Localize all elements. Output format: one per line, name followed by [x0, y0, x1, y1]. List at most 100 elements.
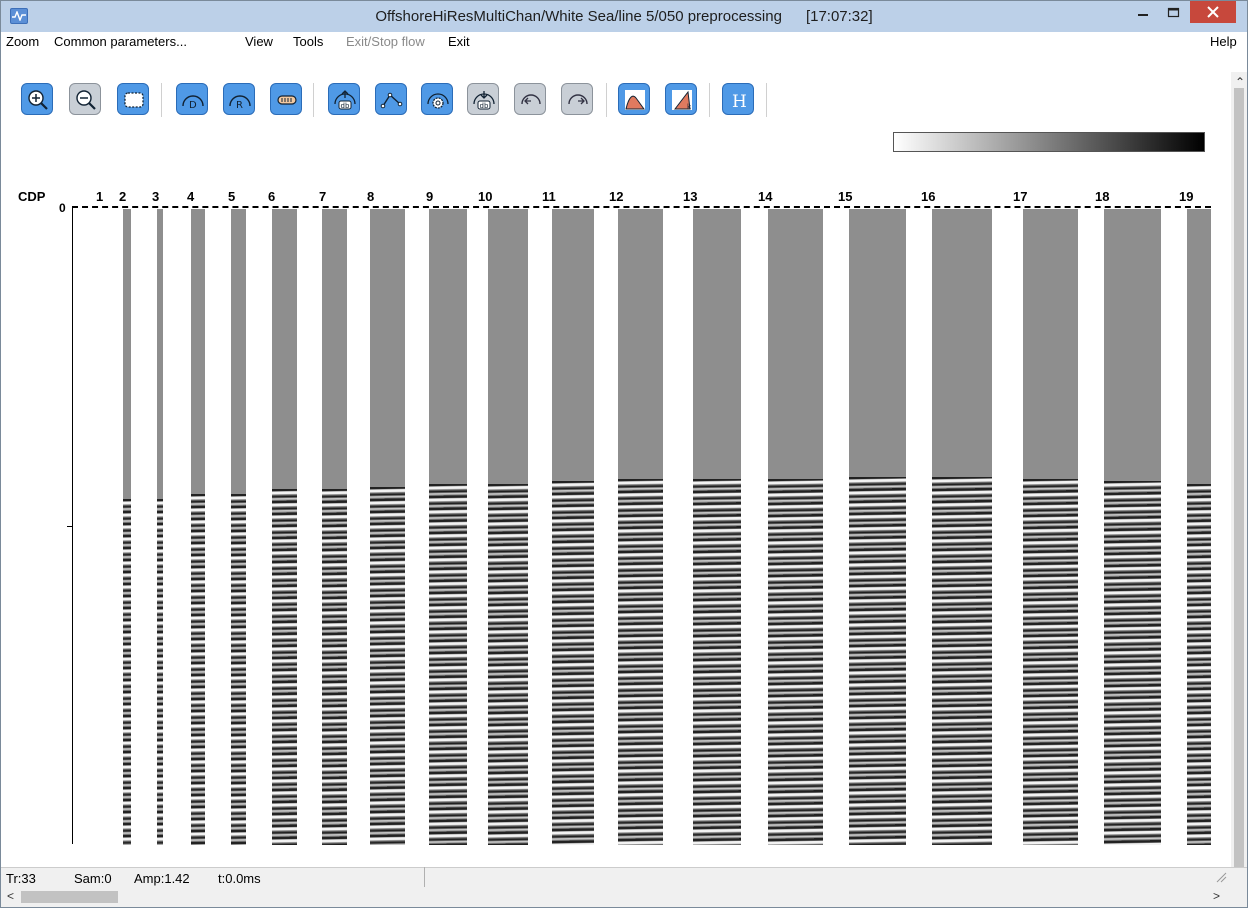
gather-noise-zone — [123, 209, 131, 499]
settings-db-button[interactable] — [421, 83, 453, 115]
cdp-number-label: 8 — [367, 189, 375, 204]
cdp-number-label: 7 — [319, 189, 327, 204]
close-button[interactable] — [1190, 1, 1236, 23]
minimize-button[interactable] — [1128, 3, 1158, 25]
db-down-button[interactable]: db — [467, 83, 499, 115]
title-bar[interactable]: OffshoreHiResMultiChan/White Sea/line 5/… — [1, 1, 1247, 32]
gather-panel[interactable] — [1187, 209, 1211, 845]
gather-reflection-zone — [429, 484, 467, 845]
zoom-in-icon — [28, 90, 48, 110]
db-down-icon: db — [473, 91, 495, 110]
cdp-number-label: 14 — [758, 189, 773, 204]
status-sample: Sam:0 — [74, 871, 112, 886]
svg-text:db: db — [341, 102, 350, 110]
scroll-left-icon[interactable]: < — [7, 889, 14, 903]
cdp-number-label: 4 — [187, 189, 195, 204]
maximize-button[interactable] — [1158, 3, 1188, 25]
settings-db-icon — [427, 93, 449, 109]
gather-reflection-zone — [932, 477, 992, 845]
gather-noise-zone — [1104, 209, 1161, 481]
cdp-number-label: 19 — [1179, 189, 1194, 204]
zoom-in-button[interactable] — [21, 83, 53, 115]
gather-reflection-zone — [768, 479, 823, 845]
fk-button[interactable]: k — [665, 83, 697, 115]
gather-panel[interactable] — [552, 209, 594, 845]
gather-noise-zone — [1187, 209, 1211, 484]
cdp-number-label: 3 — [152, 189, 160, 204]
toolbar-separator — [766, 83, 767, 117]
time-zero-label: 0 — [59, 201, 66, 215]
cdp-axis-line — [72, 206, 1211, 208]
gain-button[interactable] — [270, 83, 302, 115]
d-button[interactable]: D — [176, 83, 208, 115]
gather-noise-zone — [618, 209, 663, 479]
gather-panel[interactable] — [429, 209, 467, 845]
resize-grip-icon[interactable] — [1215, 869, 1227, 883]
gather-reflection-zone — [1023, 479, 1078, 845]
fit-view-button[interactable] — [117, 83, 149, 115]
title-clock: [17:07:32] — [805, 8, 873, 25]
gather-panel[interactable] — [322, 209, 347, 845]
gather-panel[interactable] — [1023, 209, 1078, 845]
gather-panel[interactable] — [231, 209, 246, 845]
vertical-scroll-thumb[interactable] — [1234, 88, 1244, 868]
menu-exit-stop-flow[interactable]: Exit/Stop flow — [346, 34, 425, 49]
status-amplitude: Amp:1.42 — [134, 871, 190, 886]
gather-panel[interactable] — [693, 209, 741, 845]
gather-reflection-zone — [552, 481, 594, 845]
gather-panel[interactable] — [157, 209, 163, 845]
menu-help[interactable]: Help — [1210, 34, 1237, 49]
gather-noise-zone — [272, 209, 297, 489]
gather-panel[interactable] — [488, 209, 528, 845]
cdp-number-label: 12 — [609, 189, 624, 204]
cdp-number-label: 10 — [478, 189, 493, 204]
cdp-number-label: 9 — [426, 189, 434, 204]
horizontal-scroll-thumb[interactable] — [21, 891, 118, 903]
svg-text:db: db — [480, 102, 489, 110]
scroll-right-icon[interactable]: > — [1213, 889, 1220, 903]
horizontal-scrollbar[interactable] — [1, 887, 1247, 907]
fk-icon: k — [672, 90, 692, 111]
gather-noise-zone — [191, 209, 205, 494]
gather-panel[interactable] — [191, 209, 205, 845]
r-button[interactable]: R — [223, 83, 255, 115]
cdp-number-label: 18 — [1095, 189, 1110, 204]
gather-noise-zone — [1023, 209, 1078, 479]
fit-view-icon — [124, 92, 144, 108]
menu-view[interactable]: View — [245, 34, 273, 49]
header-icon: H — [732, 92, 747, 112]
gather-reflection-zone — [618, 479, 663, 845]
gather-reflection-zone — [849, 477, 906, 845]
header-button[interactable]: H — [722, 83, 754, 115]
menu-zoom[interactable]: Zoom — [6, 34, 39, 49]
d-icon: D — [182, 95, 204, 111]
scroll-up-icon[interactable]: ⌃ — [1235, 75, 1245, 89]
menu-exit[interactable]: Exit — [448, 34, 470, 49]
toolbar-separator — [161, 83, 162, 117]
gather-noise-zone — [552, 209, 594, 481]
menu-bar: Zoom Common parameters... View Tools Exi… — [1, 32, 1247, 52]
cdp-number-label: 17 — [1013, 189, 1028, 204]
gather-panel[interactable] — [768, 209, 823, 845]
cdp-number-label: 15 — [838, 189, 853, 204]
gather-panel[interactable] — [1104, 209, 1161, 845]
gather-panel[interactable] — [123, 209, 131, 845]
undo-button[interactable] — [514, 83, 546, 115]
gather-panel[interactable] — [618, 209, 663, 845]
zoom-out-button[interactable] — [69, 83, 101, 115]
menu-tools[interactable]: Tools — [293, 34, 323, 49]
picking-button[interactable] — [375, 83, 407, 115]
cdp-number-label: 11 — [542, 189, 556, 204]
gather-panel[interactable] — [849, 209, 906, 845]
gather-panel[interactable] — [932, 209, 992, 845]
gather-noise-zone — [157, 209, 163, 499]
app-window: OffshoreHiResMultiChan/White Sea/line 5/… — [0, 0, 1248, 908]
gather-panel[interactable] — [272, 209, 297, 845]
menu-common-parameters[interactable]: Common parameters... — [54, 34, 187, 49]
db-up-button[interactable]: db — [328, 83, 360, 115]
gather-panel[interactable] — [370, 209, 405, 845]
redo-button[interactable] — [561, 83, 593, 115]
gather-reflection-zone — [123, 499, 131, 845]
redo-icon — [568, 94, 588, 105]
spectrum-button[interactable] — [618, 83, 650, 115]
